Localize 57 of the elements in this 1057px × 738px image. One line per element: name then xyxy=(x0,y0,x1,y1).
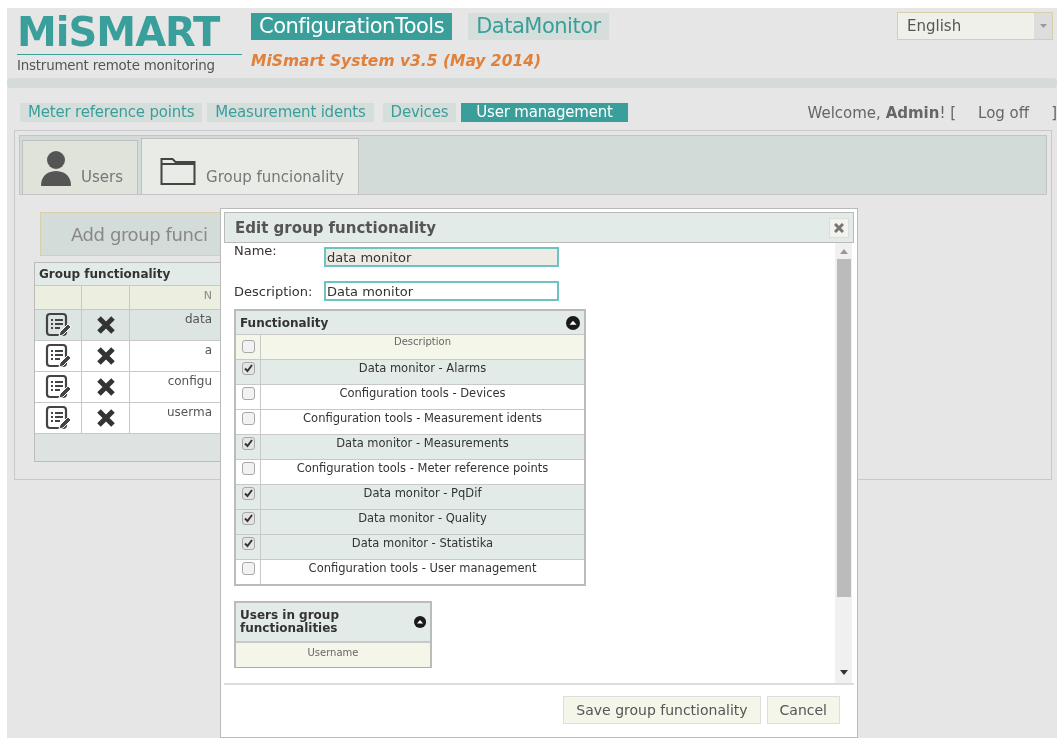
table-title: Users in group functionalities xyxy=(240,609,340,635)
caret-icon xyxy=(1039,24,1047,28)
column-header: Username xyxy=(236,642,430,668)
logo: MiSMART xyxy=(17,12,242,55)
bracket-text: ] xyxy=(1051,104,1057,122)
table-cell-text: Configuration tools - Meter reference points xyxy=(295,460,550,477)
table-cell-text: Data monitor - Measurements xyxy=(335,435,510,452)
checkbox[interactable] xyxy=(241,487,255,500)
tagline: Instrument remote monitoring xyxy=(17,58,216,73)
page-tab[interactable]: Users xyxy=(22,140,138,194)
table-title: Functionality xyxy=(240,315,329,330)
table-cell-text: Data monitor - PqDif xyxy=(362,485,483,502)
edit-list-icon[interactable] xyxy=(45,405,71,431)
person-icon xyxy=(41,150,71,186)
table-cell-text: Configuration tools - User management xyxy=(307,560,538,577)
checkbox[interactable] xyxy=(241,387,255,400)
delete-icon[interactable] xyxy=(95,408,116,428)
close-icon xyxy=(834,222,844,233)
checkbox[interactable] xyxy=(241,437,255,450)
table-cell-text: Data monitor - Alarms xyxy=(357,360,488,377)
field-label: Description: xyxy=(234,283,314,299)
table-cell-text: Configuration tools - Devices xyxy=(338,385,507,402)
edit-list-icon xyxy=(45,312,71,337)
scrollbar[interactable] xyxy=(835,243,852,683)
checkbox[interactable] xyxy=(241,512,255,525)
menu-tab[interactable]: User management xyxy=(461,103,628,122)
welcome-text: Welcome, Admin! [ xyxy=(807,104,957,122)
delete-icon[interactable] xyxy=(95,377,116,397)
table-cell-text: Data monitor - Quality xyxy=(357,510,488,527)
table-cell-text: Data monitor - Statistika xyxy=(350,535,495,552)
edit-list-icon xyxy=(45,374,71,399)
edit-list-icon xyxy=(45,343,71,368)
folder-icon xyxy=(160,156,196,186)
checkbox[interactable] xyxy=(241,412,255,425)
checkbox[interactable] xyxy=(241,340,255,353)
language-dropdown[interactable]: English xyxy=(897,12,1053,40)
checkbox[interactable] xyxy=(241,537,255,550)
app-tab[interactable]: ConfigurationTools xyxy=(251,13,453,40)
dialog-button[interactable]: Save group functionality xyxy=(563,695,761,724)
checkbox[interactable] xyxy=(241,362,255,375)
checkbox[interactable] xyxy=(241,462,255,475)
edit-list-icon[interactable] xyxy=(45,343,71,369)
edit-list-icon[interactable] xyxy=(45,312,71,338)
version-label: MiSmart System v3.5 (May 2014) xyxy=(251,52,543,70)
delete-icon[interactable] xyxy=(95,346,116,366)
delete-icon[interactable] xyxy=(95,315,116,335)
scroll-down-icon[interactable] xyxy=(839,670,848,675)
column-header: Description xyxy=(393,335,452,349)
close-button[interactable] xyxy=(829,217,849,238)
dialog-button[interactable]: Cancel xyxy=(766,695,840,724)
log-off-link[interactable]: Log off xyxy=(978,104,1030,122)
edit-list-icon[interactable] xyxy=(45,374,71,400)
text-field[interactable]: Data monitor xyxy=(324,281,559,301)
checkbox[interactable] xyxy=(241,562,255,575)
field-label: Name: xyxy=(234,243,278,258)
page-tab[interactable]: Group funcionality xyxy=(141,138,360,194)
edit-list-icon xyxy=(45,405,71,430)
